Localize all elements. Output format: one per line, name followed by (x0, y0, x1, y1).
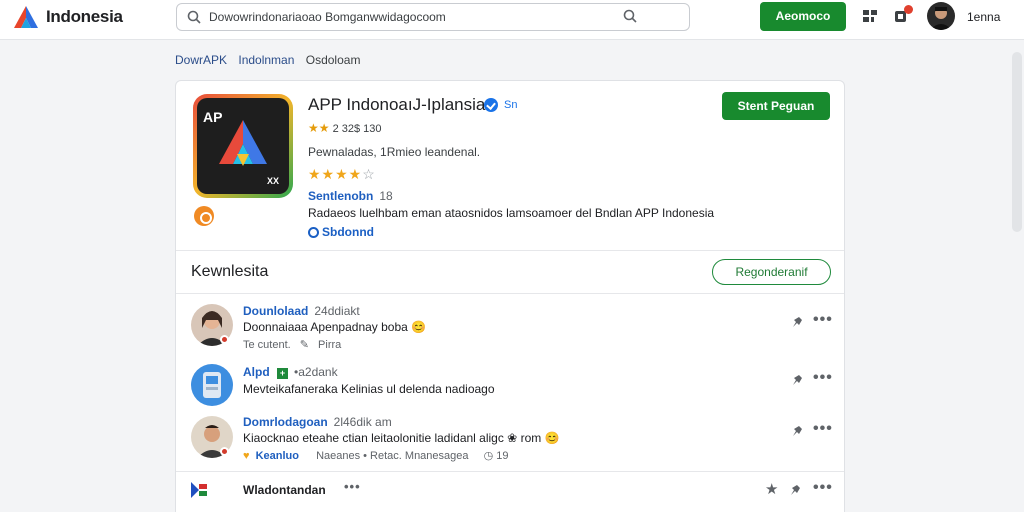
comment-time: •a2dank (294, 365, 338, 379)
primary-button[interactable]: Stent Peguan (722, 92, 830, 120)
author-name[interactable]: Alpd (243, 365, 270, 379)
top-bar: Indonesia Aeomoco 1enna (0, 0, 1024, 40)
clock-icon: ◷ (483, 450, 494, 462)
comment-meta-b: Pirra (318, 339, 342, 351)
search-input[interactable] (209, 8, 589, 26)
rating-summary: ★★ 2 32$ 130 (308, 121, 382, 135)
pin-action-icon[interactable] (790, 373, 804, 392)
website-link[interactable]: Sbdonnd (308, 225, 374, 239)
developer-row: Sentlenobn 18 (308, 189, 393, 203)
status-badge-icon (194, 206, 214, 226)
more-options-icon[interactable]: ••• (813, 369, 833, 387)
app-title: APP IndonoaıJ-Iplansia (308, 95, 486, 114)
comment-author[interactable]: Alpd + •a2dank (243, 365, 338, 379)
scrollbar[interactable] (1012, 52, 1022, 232)
user-avatar[interactable] (927, 2, 955, 30)
downloads-text: Pewnaladas, 1Rmieo leandenal. (308, 145, 481, 159)
comment-author[interactable]: Dounlolaad 24ddiakt (243, 304, 360, 318)
star-rating[interactable]: ★★★★☆ (308, 166, 376, 183)
section-title: Kewnlesita (191, 263, 269, 280)
list-item[interactable]: Dounlolaad 24ddiakt Doonnaiaaa Apenpadnay… (176, 299, 844, 357)
avatar (191, 364, 233, 406)
brand-logo-icon (12, 4, 40, 30)
comment-meta-a[interactable]: Keanluo (256, 450, 299, 462)
app-icon: AP XX (193, 94, 293, 198)
breadcrumb-item-current: Osdoloam (305, 53, 361, 67)
comment-meta-c: 19 (496, 450, 509, 462)
username[interactable]: 1enna (967, 10, 1000, 24)
more-options-icon[interactable]: ••• (813, 311, 833, 329)
comment-meta-b: Naeanes • Retac. Mnanesagea (316, 450, 469, 462)
verified-icon (484, 98, 498, 112)
comment-text: Mevteikafaneraka Kelinias ul delenda nad… (243, 382, 495, 396)
search-bar[interactable] (176, 3, 690, 31)
verified-label: Sn (504, 99, 518, 111)
list-item[interactable]: Domrlodagoan 2l46dik am Kiaocknao eteahe … (176, 411, 844, 469)
comment-text: Doonnaiaaa Apenpadnay boba 😊 (243, 320, 427, 334)
comment-author[interactable]: Domrlodagoan 2l46dik am (243, 415, 392, 429)
app-description: Radaeos luelhbam eman ataosnidos lamsoam… (308, 206, 715, 220)
comment-time: 24ddiakt (314, 304, 360, 318)
item-title[interactable]: Wladontandan (243, 483, 326, 497)
star-icon: ★★ (308, 121, 330, 135)
breadcrumb: DowrAPK Indolnman Osdoloam (175, 53, 368, 67)
svg-text:AP: AP (203, 109, 222, 125)
comment-meta: Te cutent. ✎ Pirra (243, 338, 341, 351)
divider (176, 250, 844, 251)
breadcrumb-item[interactable]: DowrAPK (175, 53, 227, 67)
breadcrumb-item[interactable]: Indolnman (238, 53, 294, 67)
notification-badge (904, 5, 913, 14)
developer-count: 18 (379, 189, 393, 203)
comment-time: 2l46dik am (333, 415, 392, 429)
pin-action-icon[interactable] (790, 424, 804, 443)
comment-text: Kiaocknao eteahe ctian leitaolonitie lad… (243, 431, 560, 445)
list-item[interactable]: Alpd + •a2dank Mevteikafaneraka Kelinias … (176, 359, 844, 417)
divider (176, 471, 844, 472)
pin-action-icon[interactable] (788, 483, 802, 502)
pin-icon: ✎ (299, 339, 309, 351)
list-item[interactable]: Wladontandan ••• ★ ••• (176, 477, 844, 512)
app-card: AP XX APP IndonoaıJ-Iplansia Sn ★★ 2 32$… (175, 80, 845, 512)
more-options-icon[interactable]: ••• (813, 479, 833, 497)
comment-meta: ♥ Keanluo Naeanes • Retac. Mnanesagea ◷ … (243, 449, 509, 462)
brand[interactable]: Indonesia (12, 4, 123, 30)
brand-name: Indonesia (46, 7, 123, 26)
more-options-icon[interactable]: ••• (344, 479, 361, 494)
author-name[interactable]: Domrlodagoan (243, 415, 328, 429)
heart-icon: ♥ (243, 450, 250, 462)
star-icon[interactable]: ★ (765, 480, 778, 498)
rating-text: 2 32$ 130 (332, 123, 382, 135)
comment-meta-a: Te cutent. (243, 339, 291, 351)
flag-logo-icon (191, 482, 207, 503)
online-badge (220, 335, 229, 344)
author-name[interactable]: Dounlolaad (243, 304, 308, 318)
search-submit-icon[interactable] (623, 9, 637, 28)
online-badge (220, 447, 229, 456)
developer-link[interactable]: Sentlenobn (308, 189, 373, 203)
link-icon (308, 226, 319, 238)
plus-badge-icon: + (277, 368, 289, 379)
search-icon (187, 10, 201, 29)
header-action-button[interactable]: Aeomoco (760, 2, 846, 31)
more-options-icon[interactable]: ••• (813, 420, 833, 438)
website-link-label: Sbdonnd (322, 225, 374, 239)
pin-action-icon[interactable] (790, 315, 804, 334)
svg-text:XX: XX (267, 176, 279, 186)
apps-icon[interactable] (862, 8, 880, 29)
section-action-button[interactable]: Regonderanif (712, 259, 831, 285)
divider (176, 293, 844, 294)
